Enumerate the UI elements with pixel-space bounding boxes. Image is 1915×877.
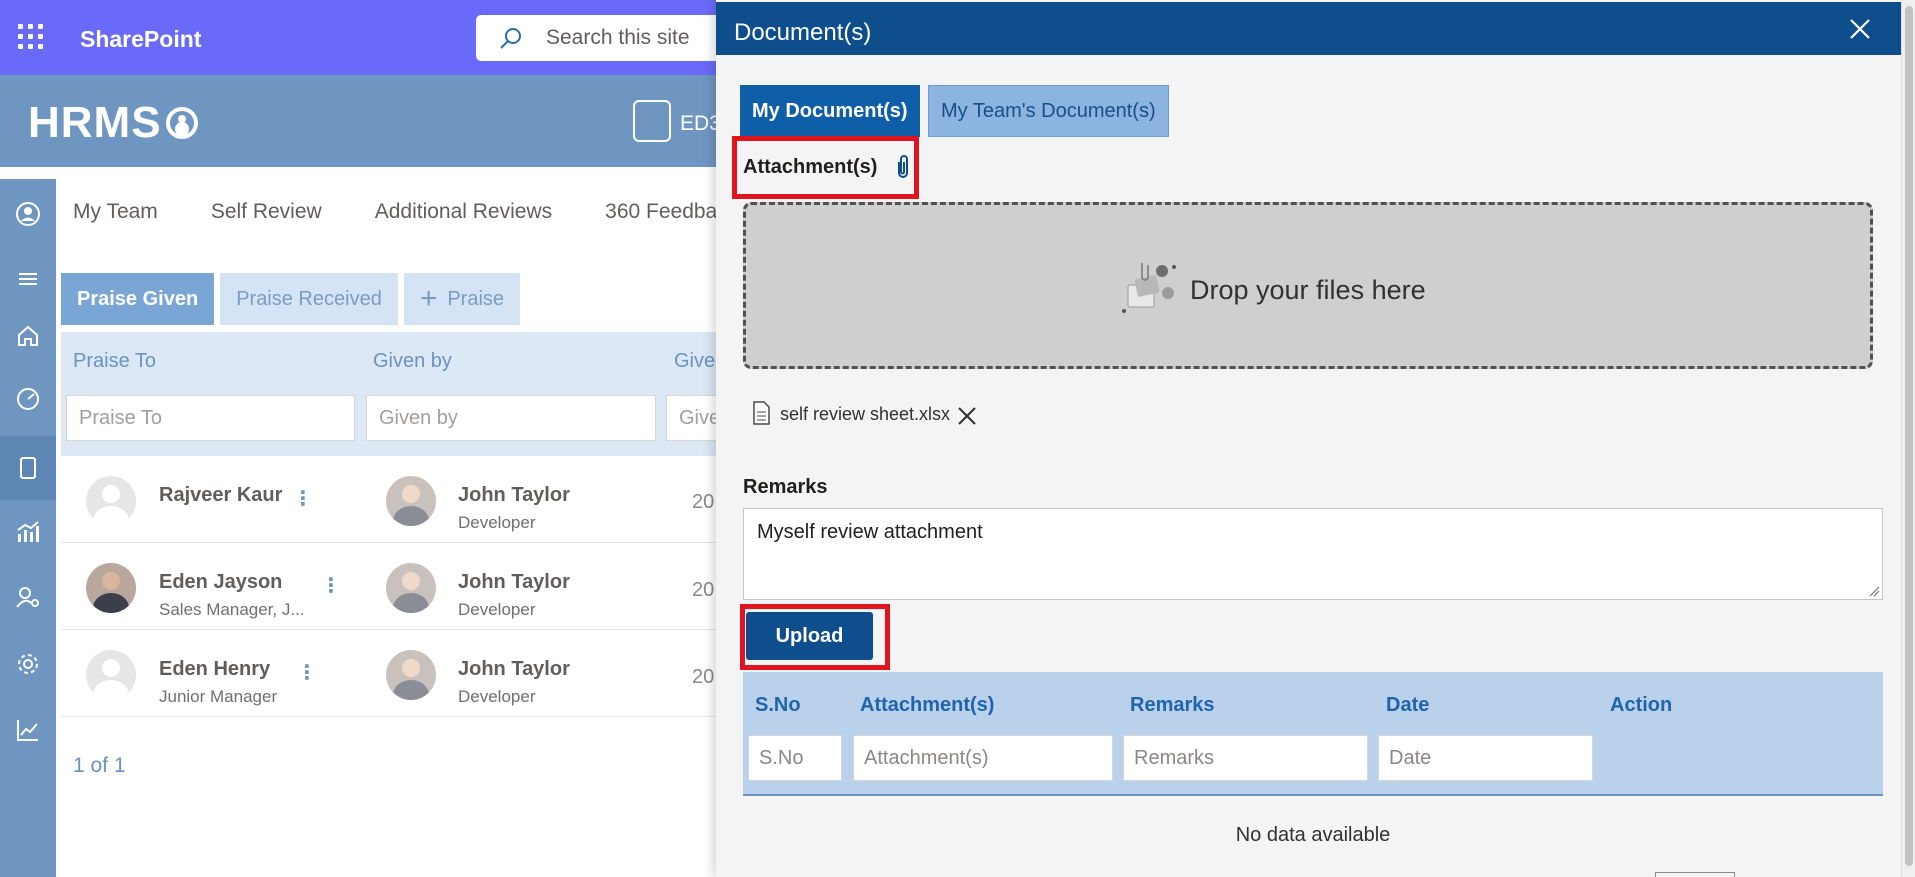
drop-zone-text: Drop your files here (1190, 275, 1426, 305)
column-sno[interactable]: S.No (755, 694, 801, 717)
avatar (86, 563, 136, 613)
attachments-label: Attachment(s) (743, 156, 878, 178)
column-action: Action (1610, 694, 1673, 716)
given-date: 20 (692, 666, 715, 688)
column-praise-to[interactable]: Praise To (73, 350, 156, 373)
avatar (386, 650, 436, 700)
hrms-logo: HRMS (28, 98, 198, 148)
column-remarks[interactable]: Remarks (1130, 694, 1215, 717)
avatar (86, 476, 136, 526)
drop-files-icon (1122, 263, 1176, 313)
nav-my-team[interactable]: My Team (73, 200, 158, 224)
document-file-icon (753, 401, 770, 425)
column-given-by[interactable]: Given by (373, 350, 452, 373)
praise-to-name: Rajveer Kaur (159, 484, 283, 506)
panel-title: Document(s) (734, 19, 872, 46)
filter-remarks[interactable]: Remarks (1123, 735, 1368, 781)
resize-grip-icon[interactable] (1868, 585, 1880, 597)
column-attachments[interactable]: Attachment(s) (860, 694, 994, 717)
filter-given-by[interactable]: Given by (366, 395, 656, 441)
secondary-nav: My Team Self Review Additional Reviews 3… (73, 200, 791, 224)
praise-to-name: Eden Henry (159, 658, 271, 680)
pager: 1 of 1 (73, 754, 126, 777)
remarks-label: Remarks (743, 476, 828, 498)
given-by-name: John Taylor (458, 484, 570, 506)
praise-tabs: Praise Given Praise Received + Praise (61, 273, 526, 325)
menu-icon[interactable] (0, 252, 56, 306)
settings-gear-icon[interactable] (0, 637, 56, 691)
close-icon[interactable] (1847, 16, 1873, 42)
search-box[interactable]: Search this site (476, 15, 736, 61)
remarks-textarea[interactable]: Myself review attachment (743, 508, 1883, 600)
tab-praise-given[interactable]: Praise Given (61, 273, 215, 325)
panel-header: Document(s) (716, 2, 1901, 55)
given-date: 20 (692, 491, 715, 513)
home-icon[interactable] (0, 309, 56, 363)
praise-to-role: Junior Manager (159, 687, 278, 706)
file-drop-zone[interactable]: Drop your files here (743, 202, 1873, 369)
tab-my-documents[interactable]: My Document(s) (740, 85, 920, 137)
employee-code: ED3 (680, 112, 721, 135)
app-launcher-icon[interactable] (18, 24, 44, 50)
avatar (386, 476, 436, 526)
more-options-icon[interactable]: ⋮ (321, 573, 341, 598)
filter-attachments[interactable]: Attachment(s) (853, 735, 1113, 781)
hrms-logo-icon (165, 107, 198, 139)
attached-file-name: self review sheet.xlsx (780, 404, 951, 424)
user-settings-icon[interactable] (0, 570, 56, 624)
table-row[interactable]: Eden Jayson Sales Manager, J... ⋮ John T… (61, 543, 721, 630)
avatar (386, 563, 436, 613)
empty-state-text: No data available (1235, 824, 1391, 846)
praise-to-role: Sales Manager, J... (159, 600, 305, 619)
add-praise-label: Praise (447, 287, 505, 310)
trend-chart-icon[interactable] (0, 703, 56, 757)
praise-grid-header: Praise To Given by Given Praise To Given… (61, 332, 736, 456)
column-date[interactable]: Date (1386, 694, 1429, 717)
tab-praise-received[interactable]: Praise Received (220, 273, 398, 325)
filter-sno[interactable]: S.No (748, 735, 842, 781)
nav-self-review[interactable]: Self Review (211, 200, 322, 224)
sharepoint-title[interactable]: SharePoint (80, 26, 201, 53)
more-options-icon[interactable]: ⋮ (293, 486, 313, 511)
more-options-icon[interactable]: ⋮ (297, 660, 317, 685)
search-icon (500, 28, 521, 49)
plus-icon: + (419, 282, 438, 315)
search-placeholder: Search this site (546, 26, 690, 49)
nav-additional-reviews[interactable]: Additional Reviews (375, 200, 552, 224)
upload-button[interactable]: Upload (746, 612, 873, 660)
given-by-role: Developer (458, 687, 536, 706)
filter-praise-to[interactable]: Praise To (66, 395, 355, 441)
scrollbar-thumb[interactable] (1905, 6, 1913, 866)
hrms-logo-text: HRMS (28, 98, 162, 147)
dashboard-icon[interactable] (0, 372, 56, 426)
table-row[interactable]: Eden Henry Junior Manager ⋮ John Taylor … (61, 630, 721, 717)
panel-scrollbar[interactable] (1901, 0, 1915, 877)
given-by-role: Developer (458, 513, 536, 532)
given-by-name: John Taylor (458, 658, 570, 680)
add-praise-button[interactable]: + Praise (403, 273, 521, 325)
given-by-role: Developer (458, 600, 536, 619)
pagination-edge (1655, 872, 1735, 877)
documents-icon[interactable] (0, 436, 56, 500)
avatar (86, 650, 136, 700)
tab-my-team-documents[interactable]: My Team's Document(s) (928, 85, 1169, 137)
given-by-name: John Taylor (458, 571, 570, 593)
analytics-icon[interactable] (0, 505, 56, 559)
filter-date[interactable]: Date (1378, 735, 1593, 781)
paperclip-icon[interactable] (894, 153, 912, 181)
praise-to-name: Eden Jayson (159, 571, 283, 593)
table-row[interactable]: Rajveer Kaur ⋮ John Taylor Developer 20 (61, 456, 721, 543)
employee-card-icon (633, 100, 671, 142)
profile-icon[interactable] (0, 187, 56, 241)
remove-file-icon[interactable] (956, 405, 978, 427)
given-date: 20 (692, 579, 715, 601)
documents-grid-header: S.No Attachment(s) Remarks Date Action S… (743, 672, 1883, 796)
left-rail (0, 179, 56, 877)
